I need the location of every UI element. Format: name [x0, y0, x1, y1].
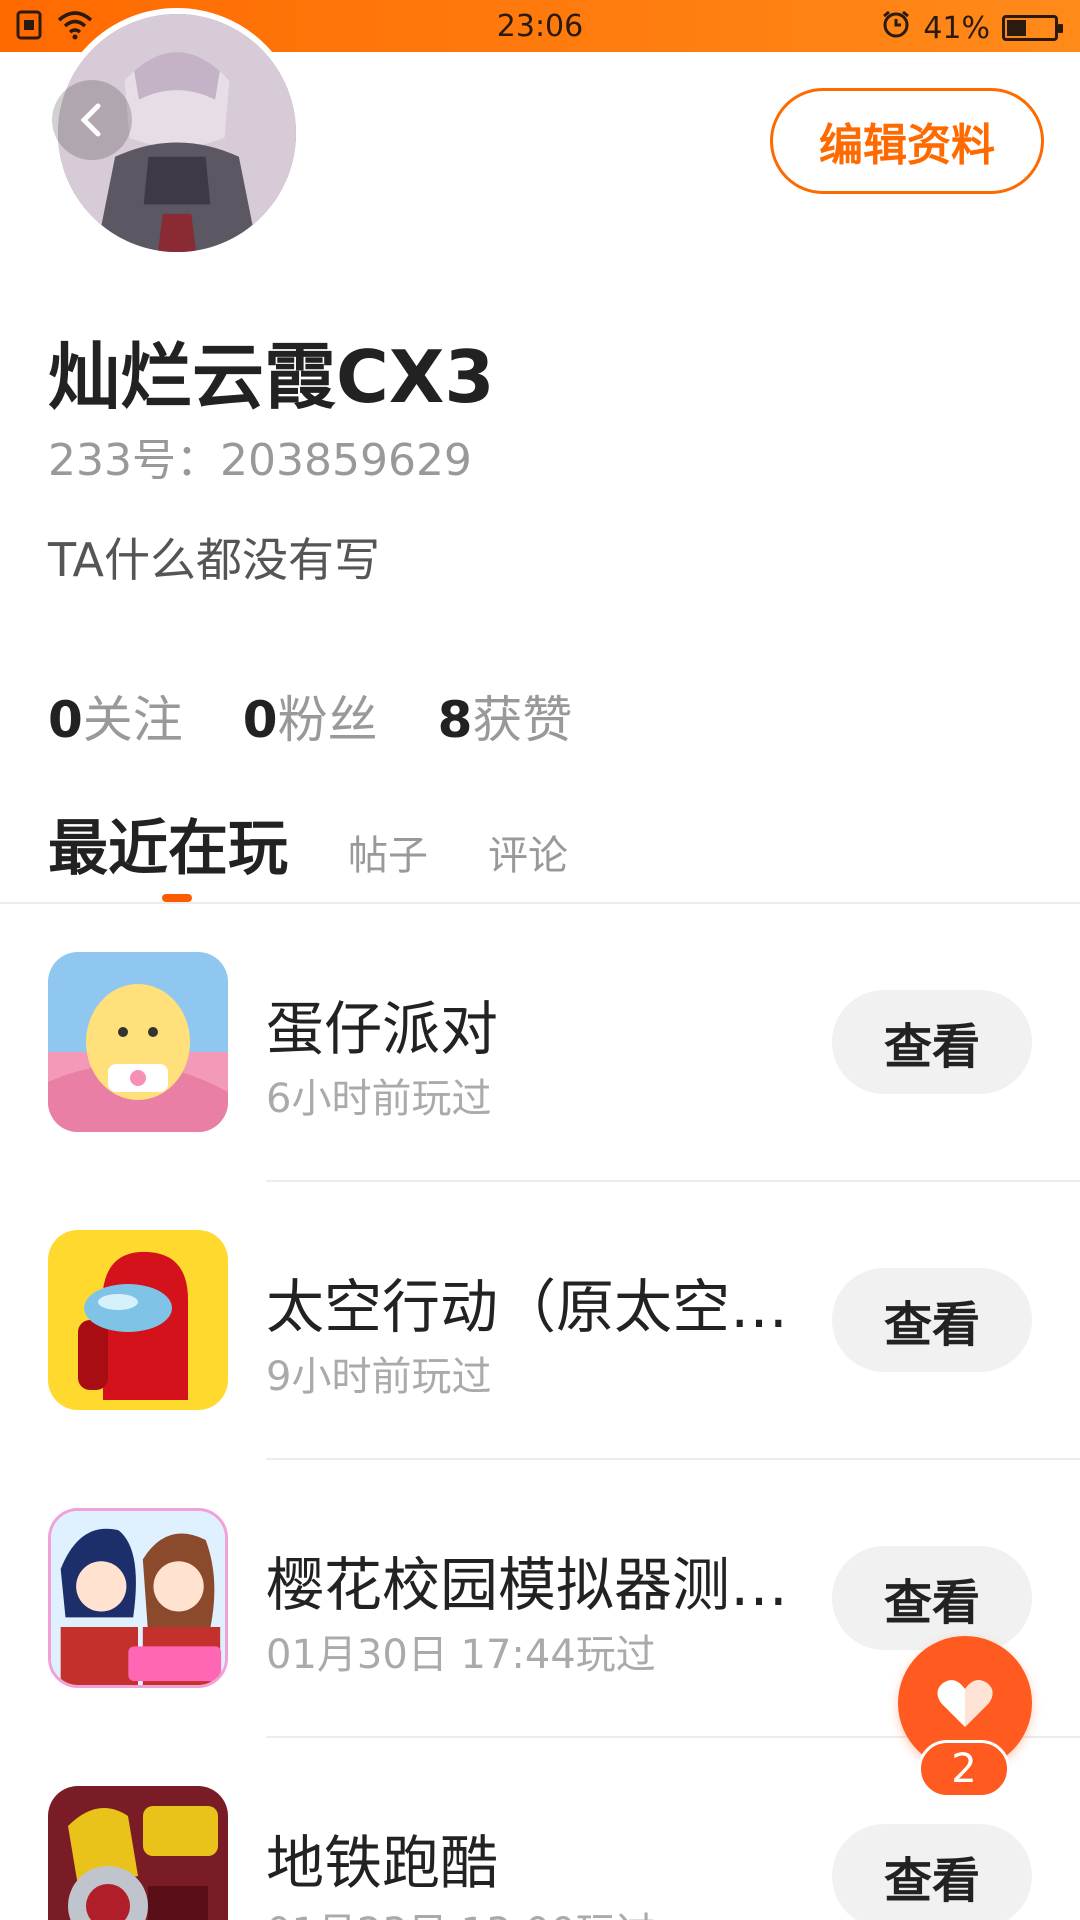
stat-fans-count: 0: [242, 691, 278, 749]
stat-following-label: 关注: [82, 691, 183, 749]
game-name: 地铁跑酷: [266, 1829, 499, 1897]
game-name: 樱花校园模拟器测…: [266, 1551, 786, 1619]
chevron-left-icon: [80, 103, 101, 137]
edit-profile-button[interactable]: 编辑资料: [770, 88, 1044, 194]
game-played-time: 01月30日 17:44玩过: [266, 1632, 656, 1678]
user-id: 233号：203859629: [48, 435, 472, 486]
tab-posts[interactable]: 帖子: [348, 823, 428, 881]
username: 灿烂云霞CX3: [48, 335, 495, 419]
stat-likes[interactable]: 8 获赞: [438, 680, 573, 752]
game-played-time: 01月23日 13:00玩过: [266, 1900, 656, 1920]
stat-following-count: 0: [48, 691, 83, 749]
back-button[interactable]: [52, 80, 132, 160]
sakura-school-icon: [48, 1508, 228, 1688]
stat-following[interactable]: 0 关注: [48, 680, 183, 752]
view-button[interactable]: 查看: [832, 990, 1032, 1094]
eggy-party-icon: [48, 952, 228, 1132]
game-played-time: 6小时前玩过: [266, 1076, 492, 1122]
subway-surfers-icon: [48, 1786, 228, 1920]
battery-percent: 41%: [923, 10, 990, 46]
stat-fans[interactable]: 0 粉丝: [243, 680, 378, 752]
game-name: 蛋仔派对: [266, 995, 499, 1063]
tab-bar: 最近在玩 帖子 评论: [48, 800, 568, 887]
tab-comments[interactable]: 评论: [488, 823, 568, 881]
stat-fans-label: 粉丝: [277, 691, 378, 749]
like-count-badge: 2: [918, 1740, 1010, 1798]
alarm-icon: [881, 9, 911, 47]
heart-icon: [937, 1680, 993, 1727]
stat-likes-label: 获赞: [472, 691, 573, 749]
view-button[interactable]: 查看: [832, 1546, 1032, 1650]
space-action-icon: [48, 1230, 228, 1410]
bio: TA什么都没有写: [48, 533, 380, 587]
status-right: 41%: [881, 9, 1063, 47]
view-button[interactable]: 查看: [832, 1824, 1032, 1920]
list-item[interactable]: 蛋仔派对 6小时前玩过 查看: [0, 904, 1080, 1182]
stat-likes-count: 8: [437, 691, 473, 749]
battery-icon: [1002, 15, 1063, 41]
list-item[interactable]: 太空行动（原太空… 9小时前玩过 查看: [0, 1182, 1080, 1460]
battery-fill: [1007, 20, 1026, 36]
game-played-time: 9小时前玩过: [266, 1354, 492, 1400]
tab-indicator: [162, 894, 192, 902]
view-button[interactable]: 查看: [832, 1268, 1032, 1372]
tab-recently-played[interactable]: 最近在玩: [48, 800, 288, 887]
game-name: 太空行动（原太空…: [266, 1273, 786, 1341]
stats-bar: 0 关注 0 粉丝 8 获赞: [48, 680, 572, 752]
